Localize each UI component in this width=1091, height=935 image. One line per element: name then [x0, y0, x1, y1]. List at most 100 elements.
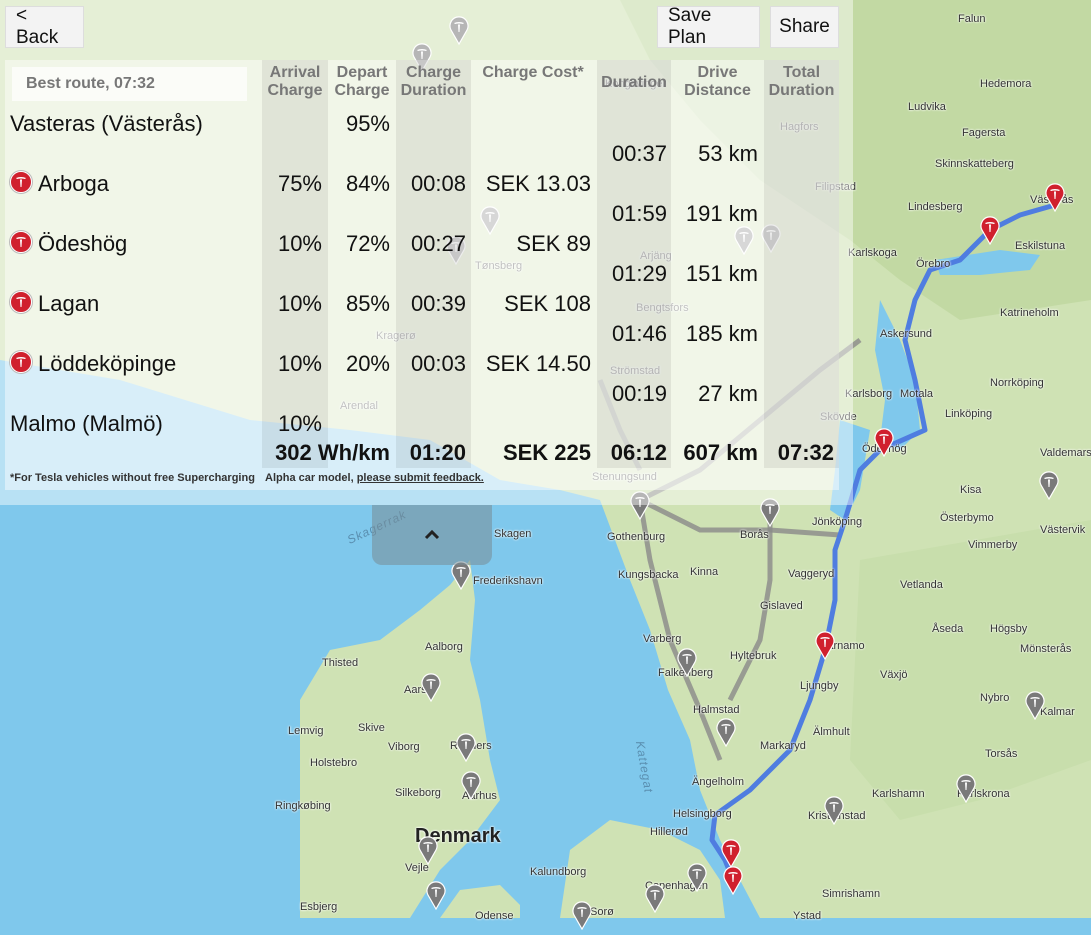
- map-label: Varberg: [643, 633, 682, 645]
- stop-arrival-charge: 10%: [277, 231, 322, 256]
- map-label: Markaryd: [760, 740, 806, 752]
- supercharger-pin-icon[interactable]: [814, 630, 836, 661]
- leg-distance: 185 km: [685, 321, 758, 346]
- header-charge-duration: Charge Duration: [400, 64, 467, 99]
- stop-depart-charge: 72%: [345, 231, 390, 256]
- map-label: Kisa: [960, 484, 982, 496]
- header-charge-cost: Charge Cost*: [482, 64, 584, 81]
- charger-pin-icon[interactable]: [460, 770, 482, 801]
- total-distance: 607 km: [683, 440, 758, 465]
- feedback-note: Alpha car model, please submit feedback.: [265, 472, 484, 484]
- map-label: Sorø: [590, 906, 614, 918]
- map-label: Helsingborg: [673, 808, 732, 820]
- charger-pin-icon[interactable]: [455, 732, 477, 763]
- map-label: Ludvika: [908, 101, 946, 113]
- stop-name[interactable]: Ödeshög: [10, 231, 127, 257]
- map-label: Nybro: [980, 692, 1010, 704]
- map-label: Holstebro: [310, 757, 358, 769]
- map-label: Valdemarsvik: [1040, 447, 1091, 459]
- map-label: Vaggeryd: [788, 568, 835, 580]
- supercharger-pin-icon[interactable]: [722, 865, 744, 896]
- map-label: Ängelholm: [692, 776, 744, 788]
- supercharger-icon: [10, 171, 32, 193]
- stop-arrival-charge: 10%: [277, 351, 322, 376]
- stop-name-label: Löddeköpinge: [38, 351, 177, 376]
- map-label: Katrineholm: [1000, 307, 1059, 319]
- charger-pin-icon[interactable]: [676, 647, 698, 678]
- map-label: Växjö: [880, 669, 908, 681]
- stop-charge-cost: SEK 13.03: [485, 171, 591, 196]
- map-label: Ringkøbing: [275, 800, 331, 812]
- charger-pin-icon[interactable]: [1038, 470, 1060, 501]
- map-label: Viborg: [388, 741, 420, 753]
- charger-pin-icon[interactable]: [420, 672, 442, 703]
- supercharger-pin-icon[interactable]: [720, 838, 742, 869]
- map-label: Lindesberg: [908, 201, 963, 213]
- stop-charge-cost: SEK 108: [504, 291, 591, 316]
- map-label: Österbymo: [940, 512, 994, 524]
- stop-name[interactable]: Malmo (Malmö): [10, 411, 163, 437]
- map-label: Aalborg: [425, 641, 463, 653]
- map-label: Karlshamn: [872, 788, 925, 800]
- supercharger-icon: [10, 351, 32, 373]
- share-button[interactable]: Share: [770, 6, 839, 48]
- map-label: Esbjerg: [300, 901, 338, 913]
- leg-distance: 53 km: [698, 141, 758, 166]
- stop-name[interactable]: Arboga: [10, 171, 109, 197]
- stop-arrival-charge: 75%: [277, 171, 322, 196]
- charger-pin-icon[interactable]: [571, 900, 593, 931]
- charger-pin-icon[interactable]: [715, 717, 737, 748]
- map-label: Norrköping: [990, 377, 1044, 389]
- charger-pin-icon[interactable]: [686, 862, 708, 893]
- leg-duration: 00:37: [611, 141, 667, 166]
- footnote: *For Tesla vehicles without free Superch…: [10, 472, 255, 484]
- map-label: Kungsbacka: [618, 569, 679, 581]
- supercharger-pin-icon[interactable]: [979, 215, 1001, 246]
- header-duration: Duration: [601, 74, 667, 91]
- map-label: Borås: [740, 529, 769, 541]
- map-label: Skive: [358, 722, 385, 734]
- leg-distance: 191 km: [685, 201, 758, 226]
- map-label: Silkeborg: [395, 787, 441, 799]
- charger-pin-icon[interactable]: [955, 773, 977, 804]
- stop-name[interactable]: Lagan: [10, 291, 99, 317]
- map-label: Gislaved: [760, 600, 803, 612]
- stop-name[interactable]: Vasteras (Västerås): [10, 111, 203, 137]
- supercharger-icon: [10, 291, 32, 313]
- total-charge-duration: 01:20: [409, 440, 466, 465]
- collapse-panel-button[interactable]: [372, 505, 492, 565]
- supercharger-pin-icon[interactable]: [1044, 182, 1066, 213]
- map-label: Åseda: [932, 623, 964, 635]
- charger-pin-icon[interactable]: [1024, 690, 1046, 721]
- feedback-prefix: Alpha car model,: [265, 472, 354, 484]
- supercharger-pin-icon[interactable]: [873, 427, 895, 458]
- charger-pin-icon[interactable]: [823, 795, 845, 826]
- map-label: Vetlanda: [900, 579, 943, 591]
- stop-depart-charge: 84%: [345, 171, 390, 196]
- map-label: Västervik: [1040, 524, 1086, 536]
- map-label: Jönköping: [812, 516, 863, 528]
- map-label: Älmhult: [813, 726, 850, 738]
- back-button[interactable]: < Back: [5, 5, 84, 48]
- total-total-duration: 07:32: [777, 440, 834, 465]
- stop-charge-duration: 00:39: [410, 291, 466, 316]
- charger-pin-icon[interactable]: [425, 880, 447, 911]
- header-drive-distance: Drive Distance: [684, 64, 751, 99]
- stop-name[interactable]: Löddeköpinge: [10, 351, 176, 377]
- feedback-link[interactable]: please submit feedback.: [357, 472, 484, 484]
- total-consumption: 302 Wh/km: [275, 440, 390, 465]
- save-plan-button[interactable]: Save Plan: [657, 5, 760, 48]
- leg-duration: 01:46: [611, 321, 667, 346]
- stop-name-label: Vasteras (Västerås): [10, 111, 203, 136]
- charger-pin-icon[interactable]: [644, 883, 666, 914]
- leg-distance: 151 km: [685, 261, 758, 286]
- map-label: Skinnskatteberg: [935, 158, 1014, 170]
- leg-duration: 01:59: [611, 201, 667, 226]
- charger-pin-icon[interactable]: [417, 835, 439, 866]
- map-label: Hyltebruk: [730, 650, 777, 662]
- map-label: Örebro: [916, 258, 951, 270]
- stop-charge-duration: 00:08: [410, 171, 466, 196]
- stop-name-label: Arboga: [38, 171, 109, 196]
- stop-name-label: Malmo (Malmö): [10, 411, 163, 436]
- header-total-duration: Total Duration: [768, 64, 835, 99]
